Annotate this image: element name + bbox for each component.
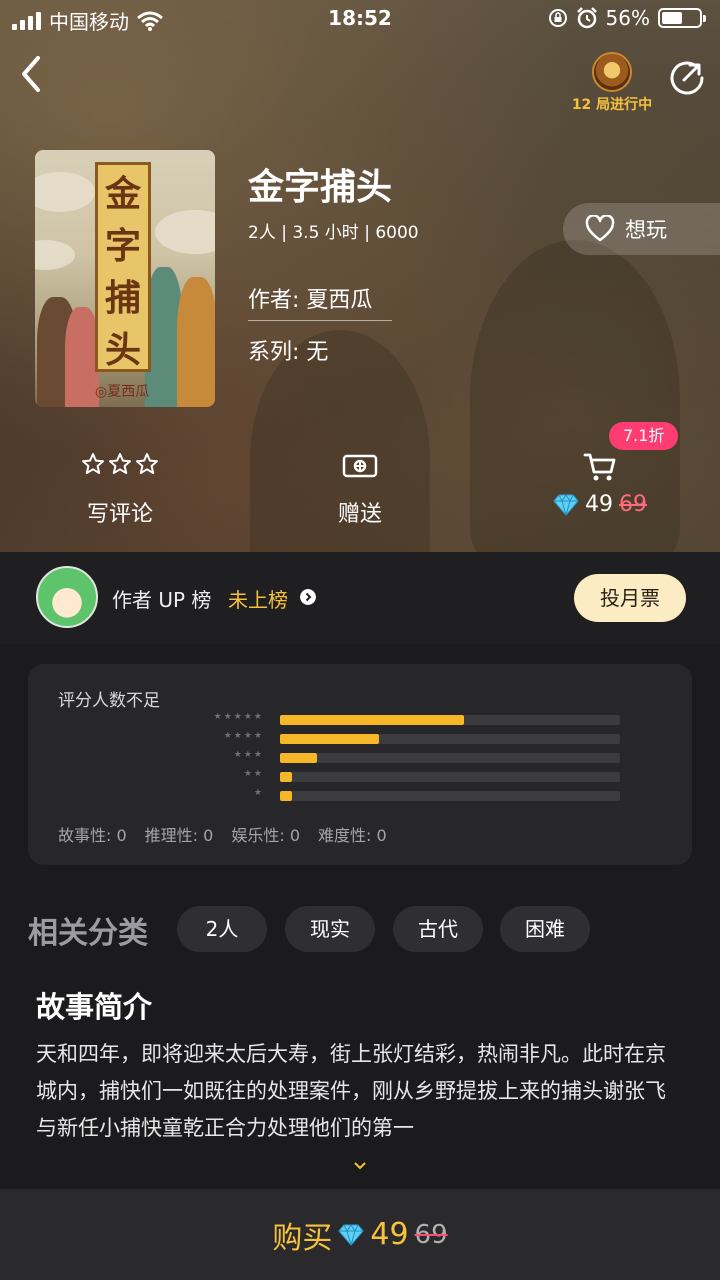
cover-char: 头 [104, 329, 141, 371]
want-to-play-label: 想玩 [625, 218, 667, 242]
live-games-text: 12 局进行中 [571, 97, 653, 113]
rating-bar-row: ★ [198, 788, 622, 801]
up-ranking-status[interactable]: 未上榜 [228, 584, 288, 613]
rating-bar-stars: ★★★ [233, 750, 264, 760]
write-review-label: 写评论 [86, 502, 153, 527]
rating-title: 评分人数不足 [58, 691, 160, 711]
back-icon [22, 56, 40, 92]
dim-difficulty: 难度性: 0 [318, 826, 387, 845]
book-title: 金字捕头 [248, 167, 393, 208]
rating-bar-stars: ★★★★ [223, 731, 264, 741]
cart-icon [583, 453, 616, 481]
chevron-down-icon[interactable] [352, 1160, 368, 1172]
cover-char: 捕 [104, 277, 141, 319]
rating-dimensions: 故事性: 0 推理性: 0 娱乐性: 0 难度性: 0 [58, 822, 387, 846]
chevron-right-icon[interactable] [300, 589, 316, 605]
up-ranking-label: 作者 UP 榜 [112, 588, 212, 612]
buy-action[interactable]: 49 69 [520, 452, 680, 517]
dim-story: 故事性: 0 [58, 826, 127, 845]
rating-bar-fill [280, 791, 292, 801]
category-chip[interactable]: 2人 [177, 906, 267, 952]
rating-bar-row: ★★★★★ [198, 712, 622, 725]
category-chip[interactable]: 困难 [500, 906, 590, 952]
buy-price: 49 [370, 1217, 409, 1252]
original-price: 69 [619, 492, 647, 517]
rating-bar-row: ★★★ [198, 750, 622, 763]
rating-bar-stars: ★★ [243, 769, 264, 779]
buy-original-price: 69 [414, 1219, 448, 1250]
author-link[interactable]: 作者: 夏西瓜 [248, 282, 392, 321]
want-to-play-button[interactable]: 想玩 [563, 203, 720, 255]
cover-signature: ◎夏西瓜 [95, 384, 150, 400]
rating-bar-fill [280, 753, 318, 763]
write-review-action[interactable]: 写评论 [40, 452, 200, 528]
rating-bar-fill [280, 772, 292, 782]
share-button[interactable] [666, 56, 708, 98]
cover-char: 金 [104, 173, 141, 215]
cover-char: 字 [104, 225, 141, 267]
rating-stars [40, 452, 200, 482]
rating-bar-stars: ★★★★★ [213, 712, 264, 722]
rating-bar-row: ★★★★ [198, 731, 622, 744]
battery-percent: 56% [605, 6, 650, 30]
monthly-vote-button[interactable]: 投月票 [574, 574, 686, 622]
related-categories-label: 相关分类 [28, 916, 148, 951]
share-icon [670, 61, 704, 95]
live-avatar [592, 52, 632, 92]
rating-bar-row: ★★ [198, 769, 622, 782]
series-info: 系列: 无 [248, 340, 329, 365]
cover-title: 金 字 捕 头 [95, 162, 151, 372]
diamond-icon [553, 493, 579, 516]
lock-rotation-icon [548, 9, 567, 27]
story-title: 故事简介 [36, 990, 153, 1024]
price: 49 [585, 492, 613, 517]
gift-icon [342, 454, 378, 478]
hero-banner: 中国移动 18:52 56% 12 局进行中 金 字 捕 头 ◎夏西瓜 金字捕头… [0, 0, 720, 552]
back-button[interactable] [14, 52, 54, 96]
buy-bar[interactable]: 购买 49 69 [0, 1189, 720, 1280]
discount-badge: 7.1折 [609, 422, 679, 450]
story-text: 天和四年，即将迎来太后大寿，街上张灯结彩，热闹非凡。此时在京城内，捕快们一如既往… [36, 1042, 666, 1140]
buy-label: 购买 [272, 1220, 333, 1256]
category-chip[interactable]: 古代 [393, 906, 483, 952]
gift-action[interactable]: 赠送 [280, 452, 440, 528]
star-icon [109, 453, 131, 474]
rating-bar-fill [280, 715, 464, 725]
heart-icon [585, 215, 615, 242]
diamond-icon [338, 1223, 365, 1246]
star-icon [82, 453, 104, 474]
rating-card: 评分人数不足 ★★★★★ ★★★★ ★★★ ★★ ★ 故事性: 0 推理性: 0… [28, 664, 692, 865]
dim-reasoning: 推理性: 0 [144, 826, 214, 845]
gift-label: 赠送 [337, 502, 382, 527]
status-bar: 中国移动 18:52 56% [0, 0, 720, 40]
rating-bar-fill [280, 734, 379, 744]
star-icon [136, 453, 158, 474]
live-games-badge[interactable]: 12 局进行中 [570, 52, 654, 114]
alarm-icon [576, 7, 597, 29]
rating-bar-stars: ★ [253, 788, 264, 798]
category-chip[interactable]: 现实 [285, 906, 375, 952]
book-cover: 金 字 捕 头 ◎夏西瓜 [35, 150, 215, 407]
author-up-ranking-row: 作者 UP 榜 未上榜 投月票 [0, 552, 720, 644]
book-meta: 2人 | 3.5 小时 | 6000 [248, 223, 419, 243]
battery-icon [658, 8, 706, 28]
avatar[interactable] [36, 566, 98, 628]
dim-fun: 娱乐性: 0 [231, 826, 301, 845]
